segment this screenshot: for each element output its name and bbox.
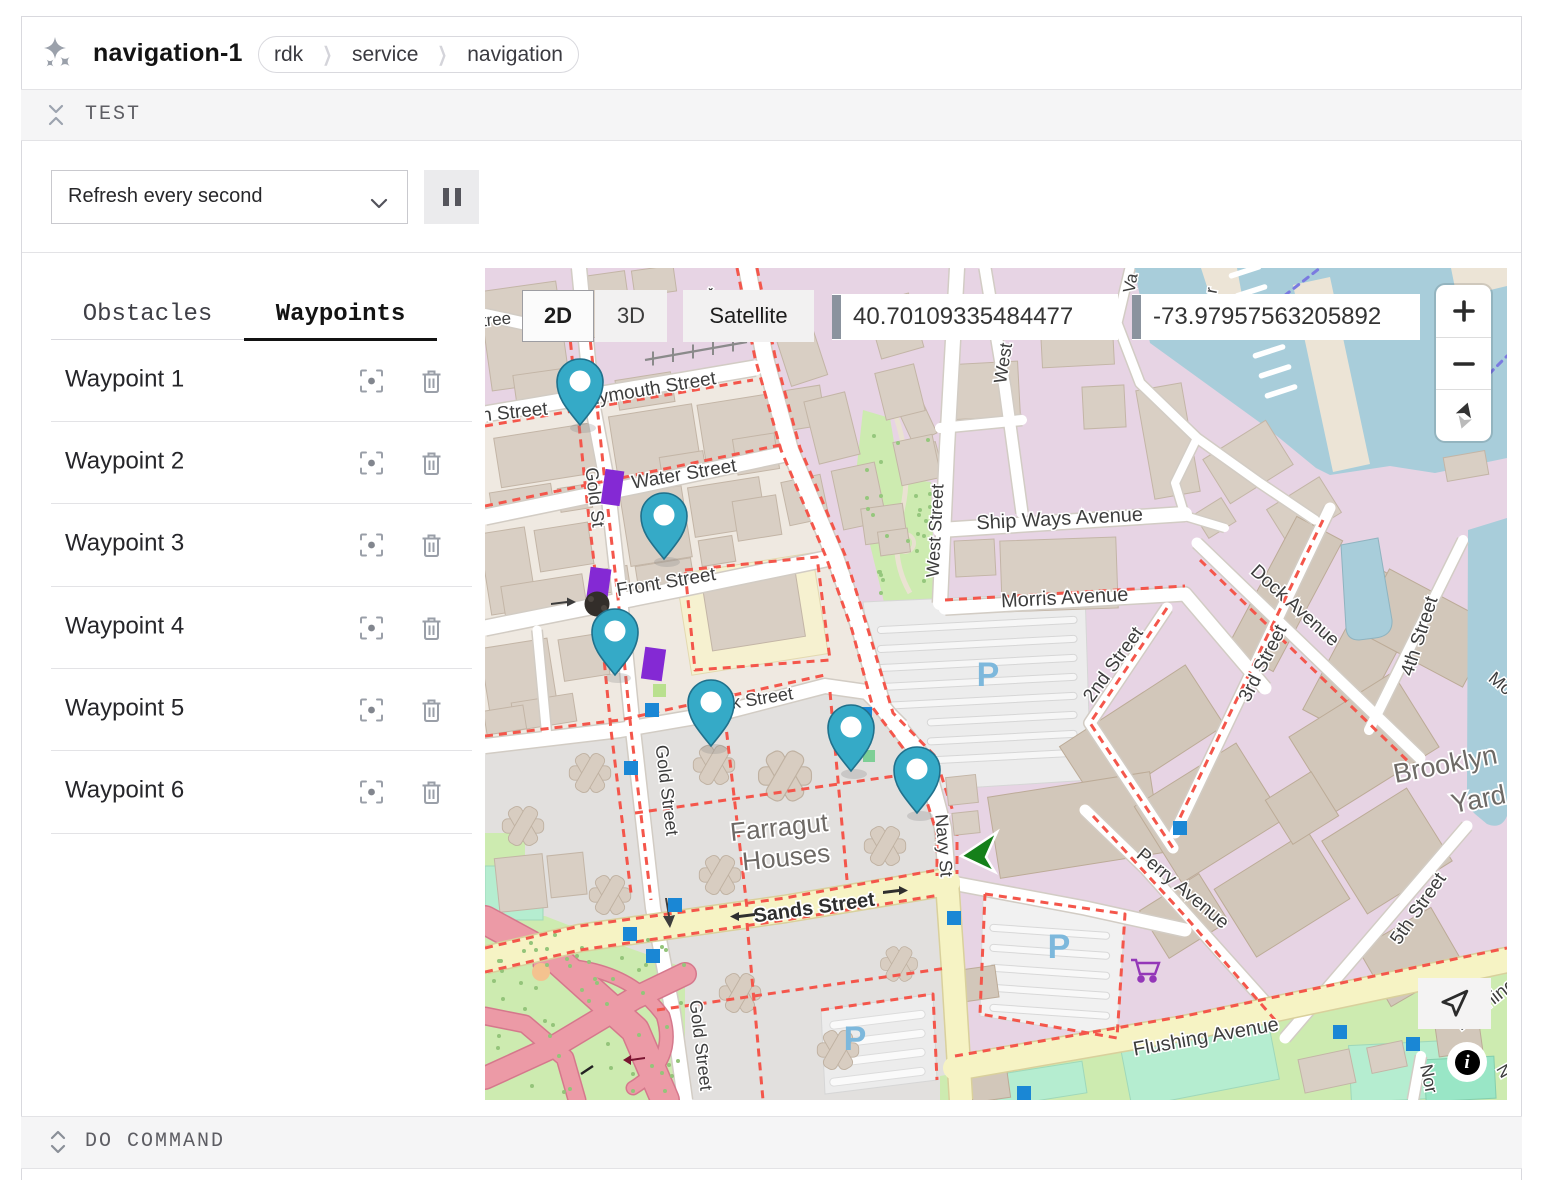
svg-text:P: P xyxy=(844,1020,867,1058)
svg-text:P: P xyxy=(1048,928,1071,966)
svg-text:Va: Va xyxy=(1120,271,1142,294)
svg-text:P: P xyxy=(977,656,1000,694)
svg-text:tree: tree xyxy=(485,309,512,331)
